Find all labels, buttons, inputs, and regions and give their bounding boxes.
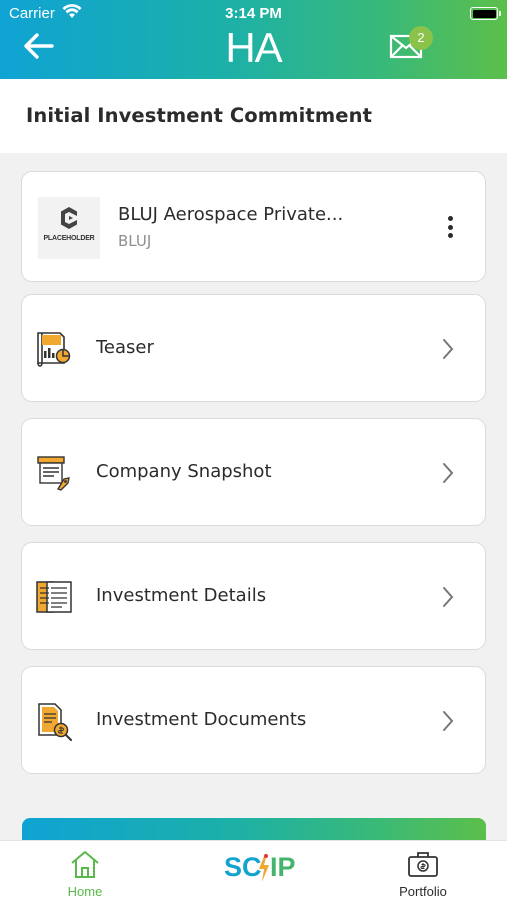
company-name: BLUJ Aerospace Private... bbox=[118, 204, 344, 225]
chevron-right-icon bbox=[443, 463, 454, 483]
chevron-right-icon bbox=[443, 711, 454, 731]
scip-logo-part2-wrap: IP bbox=[270, 852, 296, 883]
company-logo: PLACEHOLDER bbox=[38, 197, 100, 259]
tab-home[interactable]: Home bbox=[50, 841, 120, 900]
page-title: Initial Investment Commitment bbox=[26, 104, 372, 127]
scip-logo-part2: IP bbox=[270, 852, 296, 882]
battery-icon bbox=[470, 7, 501, 20]
app-header: Carrier 3:14 PM HA 2 bbox=[0, 0, 507, 79]
scip-bolt-icon bbox=[259, 854, 269, 882]
status-bar: Carrier 3:14 PM bbox=[0, 0, 507, 26]
scip-logo-part1: SC bbox=[224, 852, 262, 882]
portfolio-icon bbox=[408, 852, 438, 877]
status-time: 3:14 PM bbox=[225, 5, 282, 22]
menu-item-label: Company Snapshot bbox=[96, 461, 272, 482]
chevron-right-icon bbox=[443, 339, 454, 359]
more-options-icon[interactable] bbox=[442, 214, 458, 242]
menu-item-investment-documents[interactable]: Investment Documents bbox=[21, 666, 486, 774]
menu-item-teaser[interactable]: Teaser bbox=[21, 294, 486, 402]
title-bar: Initial Investment Commitment bbox=[0, 79, 507, 153]
notification-badge: 2 bbox=[409, 26, 433, 50]
company-logo-text: PLACEHOLDER bbox=[43, 235, 95, 242]
menu-item-company-snapshot[interactable]: Company Snapshot bbox=[21, 418, 486, 526]
investment-details-icon bbox=[36, 581, 72, 613]
teaser-report-icon bbox=[37, 332, 71, 367]
chevron-right-icon bbox=[443, 587, 454, 607]
company-code: BLUJ bbox=[118, 232, 152, 250]
home-icon bbox=[71, 851, 99, 878]
tab-portfolio-label: Portfolio bbox=[399, 884, 447, 899]
menu-item-label: Investment Details bbox=[96, 585, 267, 606]
menu-item-label: Teaser bbox=[96, 337, 154, 358]
company-card[interactable]: PLACEHOLDER BLUJ Aerospace Private... BL… bbox=[21, 171, 486, 282]
placeholder-logo-icon bbox=[61, 207, 77, 229]
menu-item-label: Investment Documents bbox=[96, 709, 307, 730]
investment-documents-icon bbox=[38, 703, 72, 741]
menu-item-investment-details[interactable]: Investment Details bbox=[21, 542, 486, 650]
tab-portfolio[interactable]: Portfolio bbox=[382, 841, 464, 900]
tab-home-label: Home bbox=[67, 884, 103, 899]
company-snapshot-icon bbox=[37, 456, 70, 491]
